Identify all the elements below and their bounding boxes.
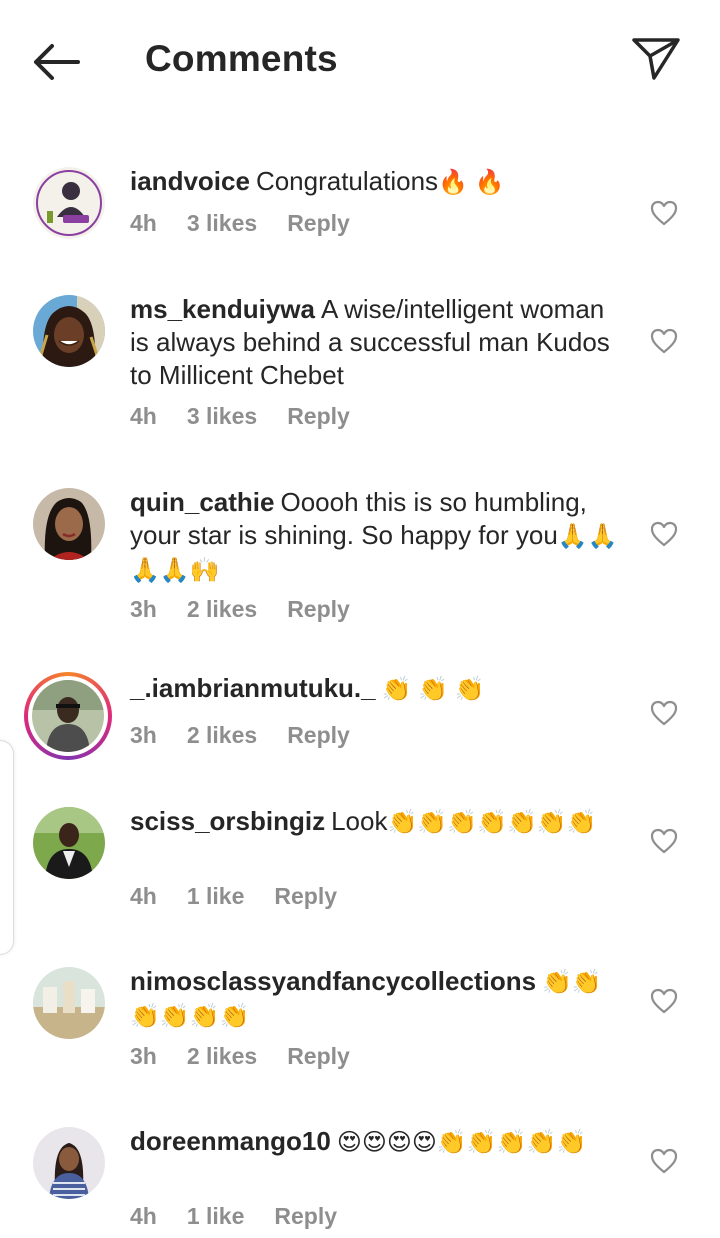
comment-emoji: 🔥 🔥 <box>438 169 505 196</box>
page-title: Comments <box>145 38 338 79</box>
comment-likes[interactable]: 2 likes <box>187 722 257 748</box>
comment-meta: 3h 2 likes Reply <box>130 722 380 749</box>
heart-outline-icon[interactable] <box>650 200 678 226</box>
reply-button[interactable]: Reply <box>287 722 350 748</box>
heart-outline-icon[interactable] <box>650 1148 678 1174</box>
comment-meta: 4h 1 like Reply <box>130 1203 367 1230</box>
heart-outline-icon[interactable] <box>650 700 678 726</box>
heart-outline-icon[interactable] <box>650 328 678 354</box>
comment-text: sciss_orsbingiz Look👏👏👏👏👏👏👏 <box>130 805 630 839</box>
comment-username[interactable]: _.iambrianmutuku._ <box>130 673 376 703</box>
comment-time: 4h <box>130 883 157 909</box>
comment-text: iandvoice Congratulations🔥 🔥 <box>130 165 630 199</box>
heart-outline-icon[interactable] <box>650 988 678 1014</box>
avatar <box>28 676 108 756</box>
avatar[interactable] <box>33 295 105 367</box>
avatar[interactable] <box>33 1127 105 1199</box>
arrow-left-icon <box>34 44 80 80</box>
reply-button[interactable]: Reply <box>274 883 337 909</box>
comment-likes[interactable]: 3 likes <box>187 403 257 429</box>
comment-text: ms_kenduiywa A wise/intelligent woman is … <box>130 293 630 392</box>
comment-username[interactable]: doreenmango10 <box>130 1126 331 1156</box>
comment-likes[interactable]: 2 likes <box>187 1043 257 1069</box>
comment-likes[interactable]: 3 likes <box>187 210 257 236</box>
comment-text: _.iambrianmutuku._ 👏 👏 👏 <box>130 672 630 706</box>
comment-time: 4h <box>130 1203 157 1229</box>
heart-outline-icon[interactable] <box>650 828 678 854</box>
comment-likes[interactable]: 1 like <box>187 883 245 909</box>
back-button[interactable] <box>30 40 82 84</box>
avatar-story-ring[interactable] <box>24 672 112 760</box>
reply-button[interactable]: Reply <box>287 1043 350 1069</box>
comment-time: 4h <box>130 210 157 236</box>
comment-username[interactable]: sciss_orsbingiz <box>130 806 325 836</box>
comment-text: doreenmango10 😍😍😍😍👏👏👏👏👏 <box>130 1125 630 1159</box>
comment-meta: 3h 2 likes Reply <box>130 1043 380 1070</box>
comment-meta: 4h 1 like Reply <box>130 883 367 910</box>
reply-button[interactable]: Reply <box>287 210 350 236</box>
comment-meta: 3h 2 likes Reply <box>130 596 380 623</box>
comment-likes[interactable]: 2 likes <box>187 596 257 622</box>
comment-emoji: 👏👏👏👏👏👏👏 <box>387 809 597 836</box>
comment-username[interactable]: nimosclassyandfancycollections <box>130 966 536 996</box>
comment-text: nimosclassyandfancycollections 👏👏👏👏👏👏 <box>130 965 630 1033</box>
heart-outline-icon[interactable] <box>650 521 678 547</box>
comment-meta: 4h 3 likes Reply <box>130 403 380 430</box>
avatar[interactable] <box>33 807 105 879</box>
comment-username[interactable]: iandvoice <box>130 166 250 196</box>
comment-time: 3h <box>130 1043 157 1069</box>
comment-username[interactable]: ms_kenduiywa <box>130 294 315 324</box>
comment-message: Look <box>331 806 388 836</box>
header-bar: Comments <box>0 0 720 120</box>
comment-message: Congratulations <box>255 166 439 196</box>
comment-text: quin_cathie Ooooh this is so humbling, yo… <box>130 486 630 587</box>
comment-time: 4h <box>130 403 157 429</box>
reply-button[interactable]: Reply <box>274 1203 337 1229</box>
avatar[interactable] <box>33 967 105 1039</box>
comment-username[interactable]: quin_cathie <box>130 487 274 517</box>
reply-button[interactable]: Reply <box>287 596 350 622</box>
share-button[interactable] <box>630 34 682 82</box>
comment-meta: 4h 3 likes Reply <box>130 210 380 237</box>
avatar[interactable] <box>33 488 105 560</box>
comment-likes[interactable]: 1 like <box>187 1203 245 1229</box>
comment-emoji: 😍😍😍😍👏👏👏👏👏 <box>336 1129 587 1156</box>
reply-button[interactable]: Reply <box>287 403 350 429</box>
avatar[interactable] <box>33 167 105 239</box>
comment-time: 3h <box>130 596 157 622</box>
side-panel-handle[interactable] <box>0 740 14 955</box>
comment-emoji: 👏 👏 👏 <box>381 676 485 703</box>
comment-time: 3h <box>130 722 157 748</box>
paper-plane-icon <box>632 38 680 80</box>
